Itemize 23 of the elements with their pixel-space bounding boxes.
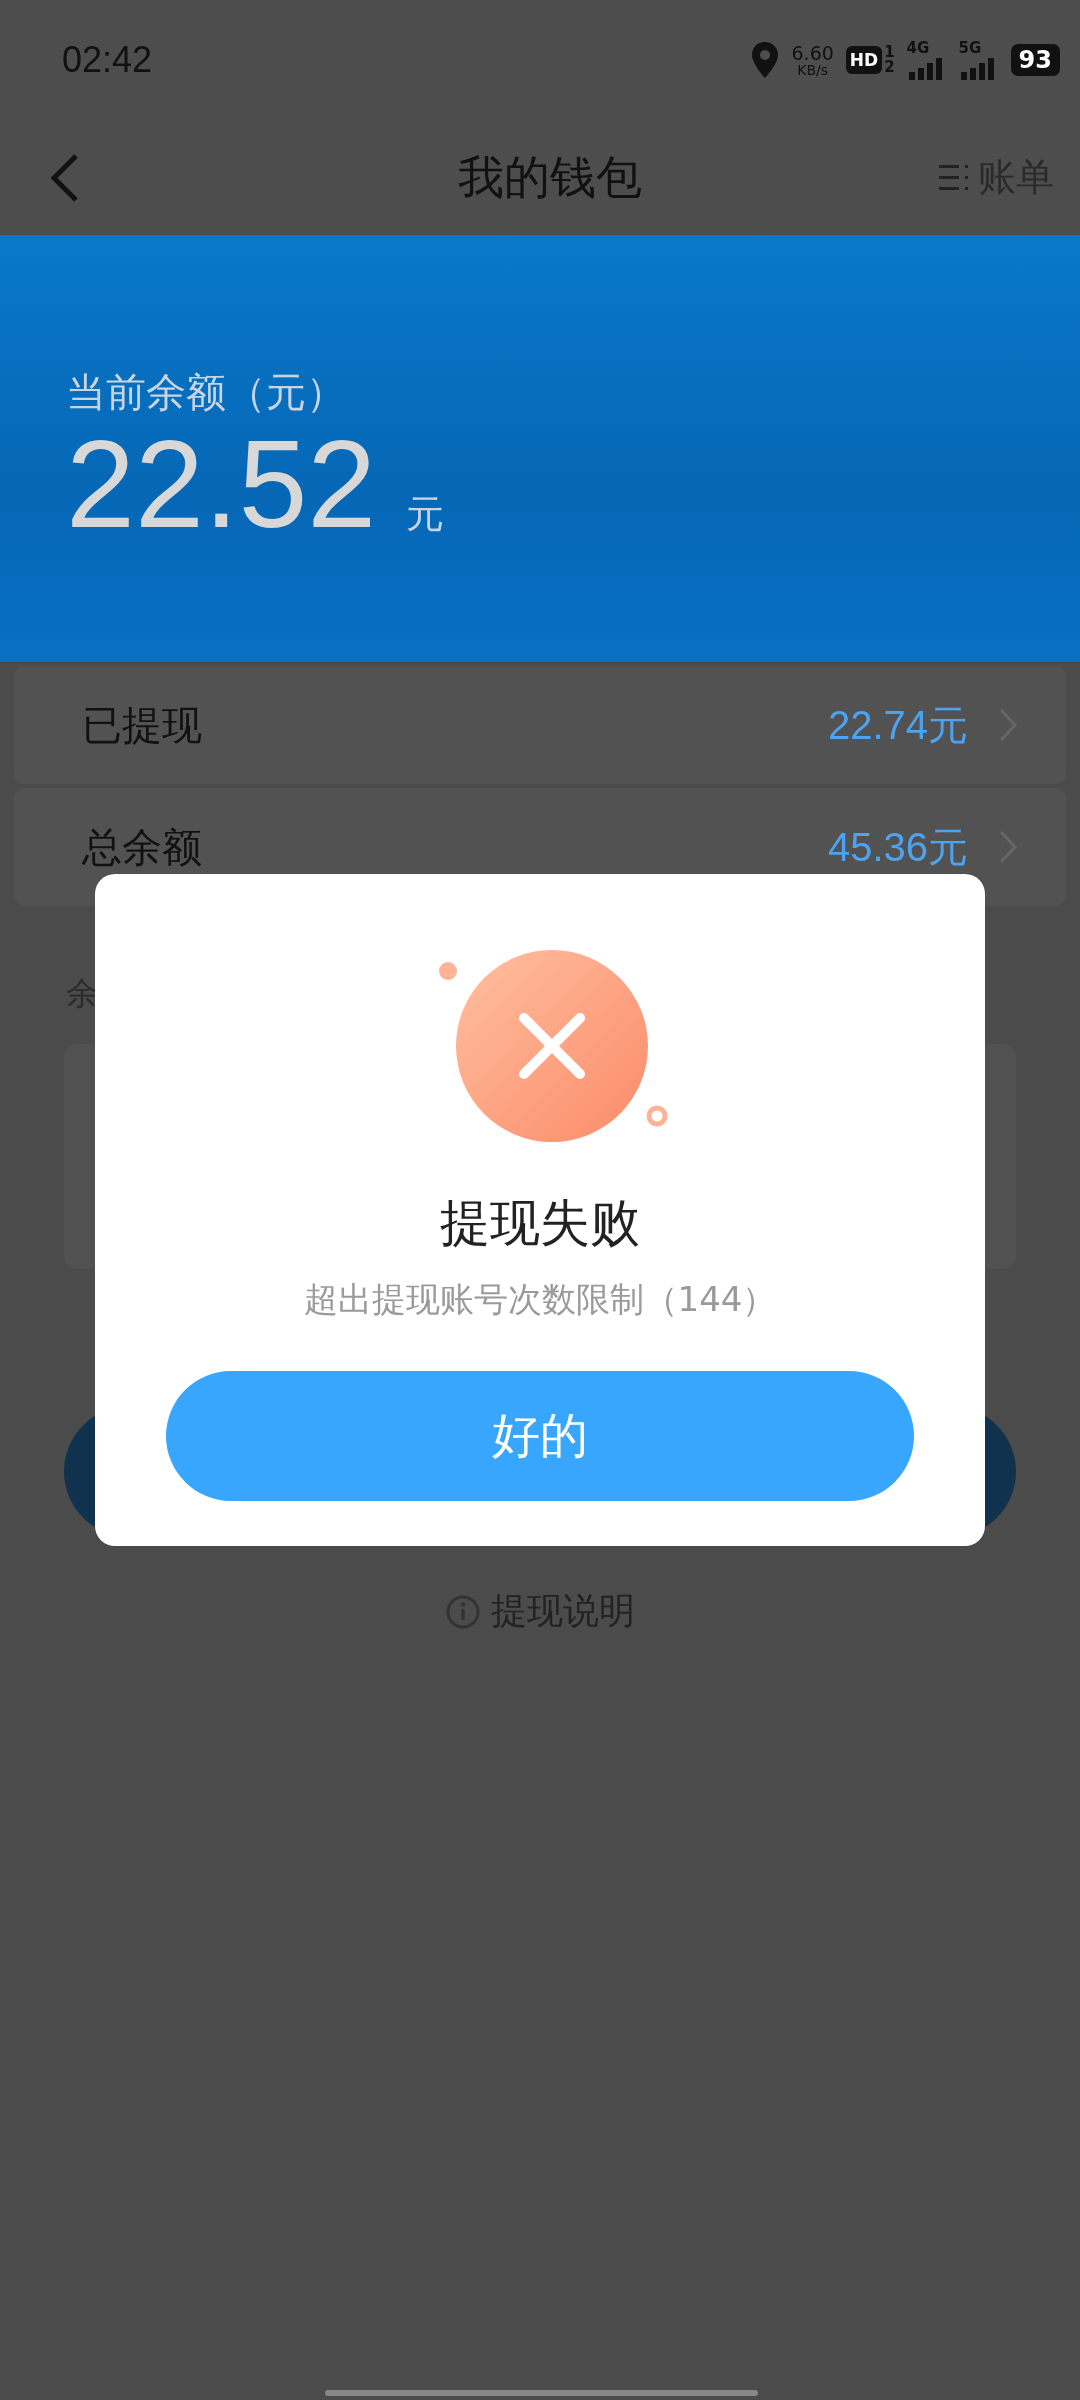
dialog-title: 提现失败: [440, 1193, 640, 1254]
clock-time: 02:42: [62, 39, 153, 81]
network-type: 4G: [906, 40, 930, 56]
page-title: 我的钱包: [458, 148, 642, 206]
sim-number: 2: [884, 60, 895, 75]
network-type: 5G: [958, 40, 982, 56]
location-icon: [749, 40, 780, 80]
row-label: 总余额: [82, 822, 202, 872]
info-icon: [445, 1593, 481, 1630]
summary-row[interactable]: 已提现 22.74元: [14, 666, 1066, 784]
balance-amount: 22.52: [66, 416, 377, 553]
network-speed: 6.60: [791, 43, 834, 63]
hd-badge: HD: [845, 46, 883, 74]
row-value: 22.74元: [827, 701, 968, 749]
battery-level: 93: [1010, 44, 1060, 76]
ok-button[interactable]: 好的: [166, 1371, 914, 1501]
speed-unit: KB/s: [797, 62, 829, 77]
row-value: 45.36元: [827, 823, 968, 871]
sim-number: 1: [884, 45, 895, 60]
balance-label: 当前余额（元）: [66, 368, 347, 417]
dialog-message: 超出提现账号次数限制（144）: [303, 1278, 777, 1321]
currency-unit: 元: [406, 491, 445, 538]
row-label: 已提现: [82, 700, 202, 750]
